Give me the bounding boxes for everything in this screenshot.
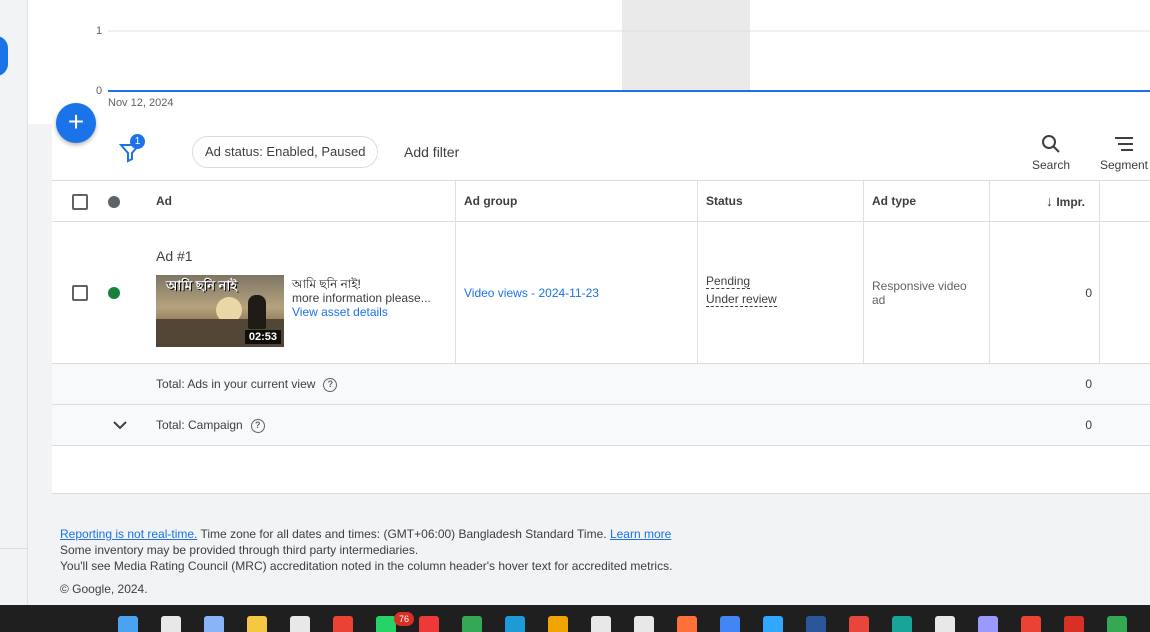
impr-value: 0 xyxy=(1085,286,1092,300)
thumbnail-person xyxy=(248,295,266,329)
word-icon[interactable] xyxy=(806,616,826,632)
store-icon[interactable] xyxy=(548,616,568,632)
total-current-view-row: Total: Ads in your current view? 0 xyxy=(52,364,1150,405)
timezone-text: Time zone for all dates and times: (GMT+… xyxy=(197,527,610,541)
footer-line-2: Some inventory may be provided through t… xyxy=(60,543,419,557)
select-all-checkbox[interactable] xyxy=(72,194,88,210)
footer-notes: Reporting is not real-time. Time zone fo… xyxy=(60,526,672,574)
row-checkbox[interactable] xyxy=(72,285,88,301)
app-icon[interactable] xyxy=(892,616,912,632)
capcut-icon[interactable] xyxy=(634,616,654,632)
total-campaign-impr: 0 xyxy=(1085,418,1092,432)
help-icon[interactable]: ? xyxy=(323,377,338,392)
footer-line-3: You'll see Media Rating Council (MRC) ac… xyxy=(60,559,673,573)
x-tick-label: Nov 12, 2024 xyxy=(108,97,174,109)
y-tick-label-1: 1 xyxy=(96,25,103,37)
ad-description: more information please... xyxy=(292,291,431,305)
chart-hover-band xyxy=(622,0,750,92)
search-icon[interactable] xyxy=(161,616,181,632)
table-row: Ad #1 আমি ছনি নাই 02:53 আমি ছনি নাই! mor… xyxy=(52,222,1150,364)
total-campaign-row: Total: Campaign? 0 xyxy=(52,405,1150,446)
footer-line-1: Reporting is not real-time. Time zone fo… xyxy=(60,526,672,542)
total-campaign-label-wrap: Total: Campaign? xyxy=(156,418,265,433)
total-current-view-label: Total: Ads in your current view xyxy=(156,377,316,391)
firefox-icon[interactable] xyxy=(677,616,697,632)
sort-arrow-down-icon: ↓ xyxy=(1046,193,1053,209)
ad-title: Ad #1 xyxy=(156,248,193,264)
ads-table-card: 1 Ad status: Enabled, Paused Add filter … xyxy=(52,124,1150,494)
vivaldi-icon[interactable] xyxy=(419,616,439,632)
edge-icon[interactable] xyxy=(505,616,525,632)
app-icon[interactable] xyxy=(462,616,482,632)
search-button-label: Search xyxy=(1031,158,1071,172)
column-header-ad-group[interactable]: Ad group xyxy=(464,181,517,222)
column-header-impr[interactable]: ↓ Impr. xyxy=(1046,181,1085,222)
column-header-status[interactable]: Status xyxy=(706,181,743,222)
enabled-status-dot[interactable] xyxy=(108,287,120,299)
windows-icon[interactable] xyxy=(118,616,138,632)
status-under-review[interactable]: Under review xyxy=(706,292,777,307)
chrome-icon[interactable] xyxy=(333,616,353,632)
ad-status-filter-chip[interactable]: Ad status: Enabled, Paused xyxy=(192,136,379,168)
y-tick-label-0: 0 xyxy=(96,85,103,97)
filter-bar: 1 Ad status: Enabled, Paused Add filter … xyxy=(52,124,1150,181)
impr-label: Impr. xyxy=(1056,195,1086,209)
copyright: © Google, 2024. xyxy=(60,582,148,596)
segment-icon xyxy=(1115,137,1133,151)
google-ads-ads-page: 1 0 Nov 12, 2024 + 1 Ad status: Enabled,… xyxy=(0,0,1150,632)
performance-chart: 1 0 Nov 12, 2024 xyxy=(28,0,1150,124)
filter-count-badge: 1 xyxy=(130,134,145,149)
chrome-icon[interactable] xyxy=(1021,616,1041,632)
premiere-icon[interactable] xyxy=(978,616,998,632)
video-duration: 02:53 xyxy=(244,330,281,344)
video-thumbnail[interactable]: আমি ছনি নাই 02:53 xyxy=(156,275,284,347)
column-header-ad-type[interactable]: Ad type xyxy=(872,181,916,222)
photoshop-icon[interactable] xyxy=(763,616,783,632)
column-header-ad[interactable]: Ad xyxy=(156,181,172,222)
reporting-not-realtime-link[interactable]: Reporting is not real-time. xyxy=(60,527,197,541)
app-icon[interactable] xyxy=(849,616,869,632)
learn-more-link[interactable]: Learn more xyxy=(610,527,671,541)
help-icon[interactable]: ? xyxy=(250,418,265,433)
thumbnail-title-text: আমি ছনি নাই xyxy=(166,278,237,293)
status-column-dot[interactable] xyxy=(108,196,120,208)
whatsapp-unread-badge: 76 xyxy=(394,612,414,626)
app-icon[interactable] xyxy=(290,616,310,632)
file-explorer-icon[interactable] xyxy=(247,616,267,632)
windows-taskbar xyxy=(0,605,1150,632)
segment-button[interactable]: Segment xyxy=(1096,132,1150,172)
add-filter-button[interactable]: Add filter xyxy=(404,144,459,160)
left-navigation-rail xyxy=(0,0,28,605)
nav-collapse-button[interactable] xyxy=(0,36,8,76)
search-icon xyxy=(1042,135,1060,153)
ad-group-link[interactable]: Video views - 2024-11-23 xyxy=(464,286,599,300)
ad-type-value: Responsive video ad xyxy=(872,279,967,307)
total-campaign-label: Total: Campaign xyxy=(156,418,243,432)
total-current-view-impr: 0 xyxy=(1085,377,1092,391)
acrobat-icon[interactable] xyxy=(1064,616,1084,632)
total-current-view-label-wrap: Total: Ads in your current view? xyxy=(156,377,338,392)
chrome-icon[interactable] xyxy=(1107,616,1127,632)
create-button[interactable]: + xyxy=(56,103,96,143)
status-pending[interactable]: Pending xyxy=(706,274,751,289)
table-header: Ad Ad group Status Ad type ↓ Impr. xyxy=(52,181,1150,222)
capcut-icon[interactable] xyxy=(935,616,955,632)
segment-button-label: Segment xyxy=(1099,158,1149,172)
chevron-down-icon[interactable] xyxy=(112,417,128,433)
copilot-icon[interactable] xyxy=(204,616,224,632)
terminal-icon[interactable] xyxy=(591,616,611,632)
app-icon[interactable] xyxy=(720,616,740,632)
view-asset-details-link[interactable]: View asset details xyxy=(292,305,388,319)
chart-svg xyxy=(108,0,1150,92)
whatsapp-icon[interactable] xyxy=(376,616,396,632)
divider xyxy=(0,548,28,549)
search-button[interactable]: Search xyxy=(1028,132,1074,172)
